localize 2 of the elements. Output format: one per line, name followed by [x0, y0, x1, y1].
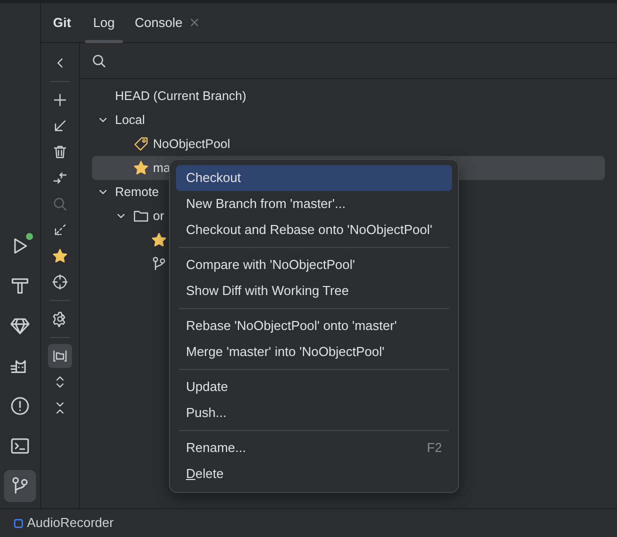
panel-title: Git	[53, 14, 72, 32]
shortcut-label: F2	[426, 439, 442, 458]
